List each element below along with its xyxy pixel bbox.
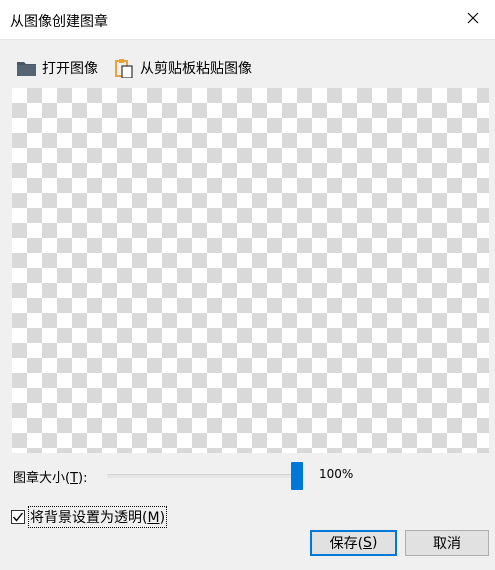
- clipboard-paste-icon: [114, 58, 134, 78]
- cancel-button[interactable]: 取消: [405, 530, 489, 556]
- toolbar: 打开图像 从剪贴板粘贴图像: [0, 52, 495, 84]
- close-icon: [467, 12, 479, 24]
- folder-icon: [16, 58, 36, 78]
- slider-thumb[interactable]: [291, 462, 303, 490]
- stamp-size-label: 图章大小(T):: [13, 471, 88, 486]
- image-preview-canvas: [12, 88, 489, 453]
- transparent-background-checkbox[interactable]: 将背景设置为透明(M): [11, 506, 168, 528]
- stamp-size-slider[interactable]: [107, 462, 303, 490]
- open-image-label: 打开图像: [42, 61, 98, 77]
- checkbox-box[interactable]: [11, 510, 25, 524]
- title-bar: 从图像创建图章: [0, 0, 495, 40]
- window-title: 从图像创建图章: [10, 14, 108, 30]
- open-image-button[interactable]: 打开图像: [16, 57, 98, 79]
- slider-track[interactable]: [107, 474, 303, 478]
- paste-from-clipboard-button[interactable]: 从剪贴板粘贴图像: [114, 57, 252, 79]
- stamp-size-value: 100%: [319, 467, 354, 481]
- save-button[interactable]: 保存(S): [310, 530, 397, 556]
- checkmark-icon: [12, 512, 24, 522]
- transparent-background-label: 将背景设置为透明(M): [28, 506, 168, 528]
- stamp-size-row: 图章大小(T): 100%: [0, 462, 495, 492]
- paste-from-clipboard-label: 从剪贴板粘贴图像: [140, 61, 252, 77]
- close-button[interactable]: [451, 0, 495, 36]
